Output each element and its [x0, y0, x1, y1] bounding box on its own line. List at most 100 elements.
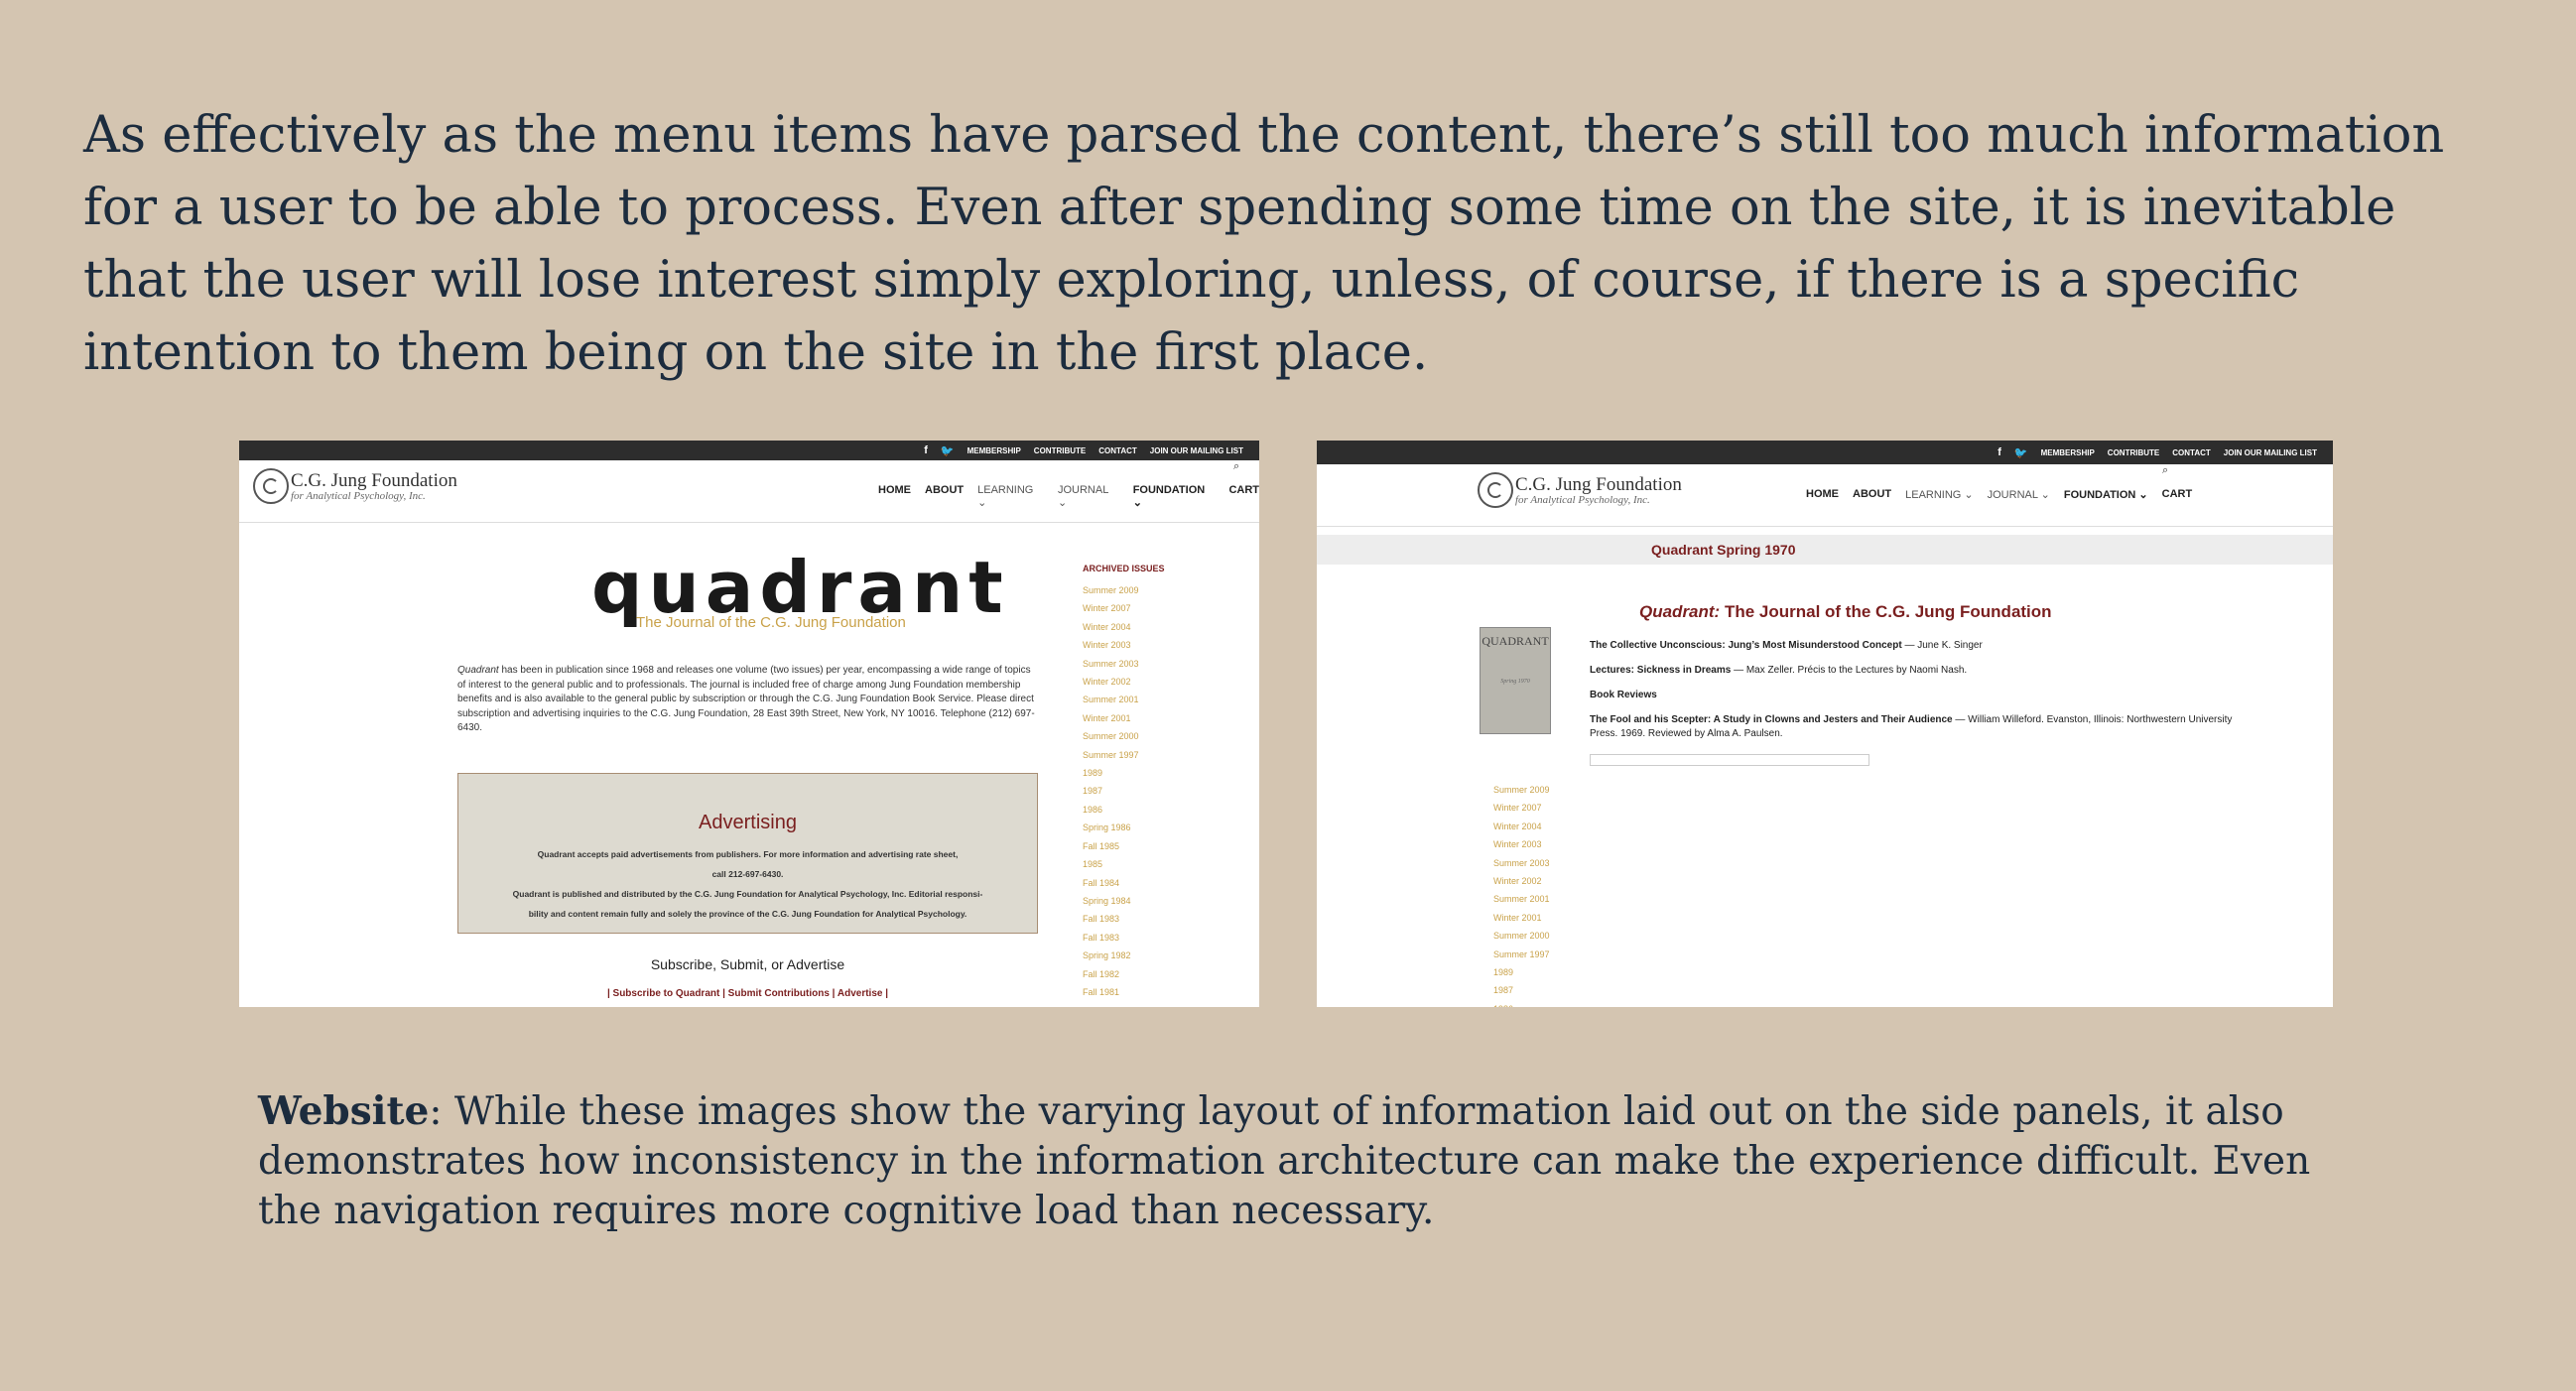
- archive-issue-link[interactable]: Spring 1982: [1083, 947, 1139, 964]
- archive-issue-link[interactable]: Fall 1985: [1083, 837, 1139, 855]
- cover-subtitle: Spring 1970: [1500, 679, 1530, 685]
- twitter-icon[interactable]: 🐦: [2014, 446, 2028, 459]
- nav-home[interactable]: HOME: [878, 484, 911, 509]
- toc-entry: The Collective Unconscious: Jung’s Most …: [1590, 639, 2235, 653]
- nav-cart[interactable]: CART: [2162, 488, 2193, 501]
- logo-subtitle: for Analytical Psychology, Inc.: [291, 489, 426, 502]
- archive-issue-link[interactable]: Summer 2009: [1493, 781, 1550, 799]
- archive-issue-link[interactable]: Spring 1986: [1083, 819, 1139, 836]
- logo-name: C.G. Jung Foundation: [1515, 473, 1682, 495]
- archive-issue-link[interactable]: 1986: [1083, 801, 1139, 819]
- archive-issue-link[interactable]: Summer 2003: [1493, 854, 1550, 872]
- main-nav: HOME ABOUT LEARNING ⌄ JOURNAL ⌄ FOUNDATI…: [878, 484, 1259, 509]
- archive-issue-link[interactable]: Summer 2000: [1493, 927, 1550, 945]
- archive-issue-link[interactable]: Fall 1983: [1083, 910, 1139, 928]
- topbar-mailing-list-link[interactable]: JOIN OUR MAILING LIST: [2224, 448, 2317, 457]
- top-bar: f 🐦 MEMBERSHIP CONTRIBUTE CONTACT JOIN O…: [1317, 441, 2333, 464]
- nav-home[interactable]: HOME: [1806, 488, 1839, 501]
- journal-description: Quadrant has been in publication since 1…: [457, 664, 1038, 736]
- nav-journal[interactable]: JOURNAL ⌄: [1058, 484, 1119, 509]
- twitter-icon[interactable]: 🐦: [941, 444, 955, 457]
- nav-learning[interactable]: LEARNING ⌄: [977, 484, 1044, 509]
- archive-issue-link[interactable]: 1985: [1083, 855, 1139, 873]
- archive-issue-link[interactable]: Winter 2002: [1083, 673, 1139, 691]
- caption-text: : While these images show the varying la…: [258, 1089, 2311, 1233]
- archive-issue-link[interactable]: Winter 2004: [1493, 818, 1550, 835]
- toc-entry-author: — Max Zeller. Précis to the Lectures by …: [1731, 665, 1968, 676]
- archive-issue-link[interactable]: Winter 2002: [1493, 872, 1550, 890]
- subscribe-links[interactable]: | Subscribe to Quadrant | Submit Contrib…: [457, 988, 1038, 999]
- caption-label: Website: [258, 1088, 430, 1134]
- nav-learning[interactable]: LEARNING ⌄: [1905, 488, 1974, 501]
- topbar-contribute-link[interactable]: CONTRIBUTE: [1034, 446, 1086, 455]
- archive-issue-link[interactable]: Fall 1983: [1083, 929, 1139, 947]
- archive-issue-link[interactable]: Summer 1997: [1083, 746, 1139, 764]
- archive-issue-link[interactable]: 1989: [1083, 764, 1139, 782]
- archived-issues-list: Summer 2009 Winter 2007 Winter 2004 Winter …: [1083, 581, 1139, 1001]
- topbar-mailing-list-link[interactable]: JOIN OUR MAILING LIST: [1150, 446, 1243, 455]
- search-icon[interactable]: ⌕: [2162, 464, 2168, 477]
- archive-issue-link[interactable]: Winter 2003: [1083, 636, 1139, 654]
- journal-title-emphasis: Quadrant:: [1639, 602, 1721, 621]
- archive-issue-link[interactable]: Winter 2007: [1493, 799, 1550, 817]
- jung-logo-icon: [253, 468, 289, 504]
- nav-journal[interactable]: JOURNAL ⌄: [1988, 488, 2050, 501]
- topbar-membership-link[interactable]: MEMBERSHIP: [2041, 448, 2095, 457]
- table-of-contents: The Collective Unconscious: Jung’s Most …: [1590, 639, 2235, 752]
- archive-issue-link[interactable]: Winter 2001: [1493, 909, 1550, 927]
- archive-issue-link[interactable]: 1987: [1493, 981, 1550, 999]
- facebook-icon[interactable]: f: [924, 444, 928, 456]
- site-logo[interactable]: C.G. Jung Foundation for Analytical Psyc…: [1478, 472, 1682, 508]
- nav-cart[interactable]: CART: [1228, 484, 1259, 509]
- top-bar: f 🐦 MEMBERSHIP CONTRIBUTE CONTACT JOIN O…: [239, 441, 1259, 460]
- search-icon[interactable]: ⌕: [1233, 460, 1239, 473]
- archived-issues-list: Summer 2009 Winter 2007 Winter 2004 Winter …: [1493, 781, 1550, 1007]
- advertising-title: Advertising: [699, 812, 797, 833]
- description-text: has been in publication since 1968 and r…: [457, 665, 1035, 733]
- nav-foundation[interactable]: FOUNDATION ⌄: [1133, 484, 1216, 509]
- archive-issue-link[interactable]: Winter 2007: [1083, 599, 1139, 617]
- archive-issue-link[interactable]: 1987: [1083, 782, 1139, 800]
- archive-issue-link[interactable]: Summer 2009: [1083, 581, 1139, 599]
- archive-issue-link[interactable]: Summer 2003: [1083, 655, 1139, 673]
- archive-issue-link[interactable]: Summer 2001: [1083, 691, 1139, 708]
- topbar-membership-link[interactable]: MEMBERSHIP: [967, 446, 1021, 455]
- advertising-line-3: Quadrant is published and distributed by…: [512, 889, 983, 899]
- archive-issue-link[interactable]: 1989: [1493, 963, 1550, 981]
- archive-issue-link[interactable]: Winter 2003: [1493, 835, 1550, 853]
- site-header: C.G. Jung Foundation for Analytical Psyc…: [239, 460, 1259, 523]
- topbar-contribute-link[interactable]: CONTRIBUTE: [2108, 448, 2159, 457]
- toc-entry-title: The Collective Unconscious: Jung’s Most …: [1590, 640, 1902, 651]
- archive-issue-link[interactable]: Fall 1984: [1083, 874, 1139, 892]
- toc-entry: The Fool and his Scepter: A Study in Clo…: [1590, 713, 2235, 741]
- advertising-line-2: call 212-697-6430.: [711, 869, 784, 879]
- facebook-icon[interactable]: f: [1997, 446, 2001, 458]
- journal-title-text: The Journal of the C.G. Jung Foundation: [1720, 602, 2052, 621]
- archive-issue-link[interactable]: Fall 1982: [1083, 965, 1139, 983]
- nav-foundation[interactable]: FOUNDATION ⌄: [2064, 488, 2148, 501]
- archive-issue-link[interactable]: Winter 2004: [1083, 618, 1139, 636]
- toc-entry-author: — June K. Singer: [1901, 640, 1983, 651]
- archived-issues-title: ARCHIVED ISSUES: [1083, 564, 1165, 573]
- screenshot-quadrant-home: f 🐦 MEMBERSHIP CONTRIBUTE CONTACT JOIN O…: [239, 441, 1259, 1007]
- archive-issue-link[interactable]: Summer 2001: [1493, 890, 1550, 908]
- nav-about[interactable]: ABOUT: [925, 484, 964, 509]
- archive-issue-link[interactable]: Winter 2001: [1083, 709, 1139, 727]
- archive-issue-link[interactable]: Summer 1997: [1493, 946, 1550, 963]
- archive-issue-link[interactable]: Spring 1984: [1083, 892, 1139, 910]
- description-emphasis: Quadrant: [457, 665, 499, 676]
- toc-entry-title: Book Reviews: [1590, 690, 1657, 700]
- intro-paragraph: As effectively as the menu items have pa…: [83, 106, 2445, 382]
- jung-logo-icon: [1478, 472, 1513, 508]
- site-logo[interactable]: C.G. Jung Foundation for Analytical Psyc…: [253, 468, 457, 504]
- topbar-contact-link[interactable]: CONTACT: [2172, 448, 2211, 457]
- archive-issue-link[interactable]: 1986: [1493, 1000, 1550, 1007]
- topbar-contact-link[interactable]: CONTACT: [1098, 446, 1137, 455]
- nav-about[interactable]: ABOUT: [1853, 488, 1891, 501]
- logo-subtitle: for Analytical Psychology, Inc.: [1515, 493, 1650, 506]
- archive-issue-link[interactable]: Summer 2000: [1083, 727, 1139, 745]
- cover-title: QUADRANT: [1481, 634, 1549, 648]
- journal-title: Quadrant: The Journal of the C.G. Jung F…: [1639, 602, 2052, 622]
- archive-issue-link[interactable]: Fall 1981: [1083, 983, 1139, 1001]
- subscribe-heading: Subscribe, Submit, or Advertise: [650, 956, 845, 972]
